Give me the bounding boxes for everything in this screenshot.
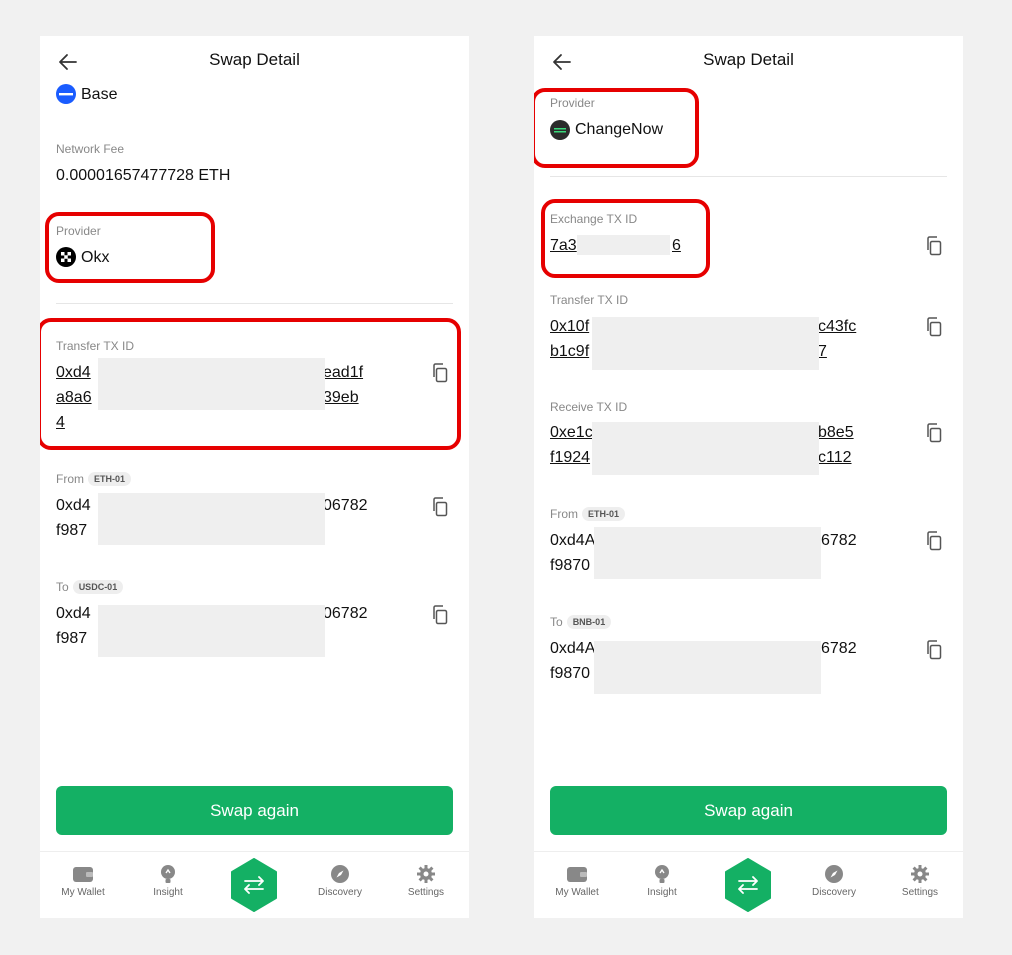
nav-insight[interactable]: Insight [627,864,697,898]
nav-my-wallet[interactable]: My Wallet [48,864,118,898]
divider [56,303,453,304]
network-name: Base [81,86,118,103]
page-title: Swap Detail [209,50,300,69]
receive-tx-line2-start[interactable]: f1924 [550,445,590,470]
to-row: To USDC-01 [56,578,124,596]
bottom-nav: My Wallet Insight Discovery Settings [40,851,469,918]
from-line1-end: 06782 [323,497,368,514]
redaction [594,641,821,694]
swap-icon[interactable] [230,858,278,912]
to-label: To [56,580,69,594]
transfer-tx-label: Transfer TX ID [550,293,629,307]
settings-icon [911,865,929,883]
provider-highlight [534,88,699,168]
transfer-tx-line2-start[interactable]: b1c9f [550,339,589,364]
nav-settings[interactable]: Settings [391,864,461,898]
provider-highlight [45,212,215,283]
wallet-chip: ETH-01 [88,471,132,486]
redaction [592,422,819,475]
nav-insight[interactable]: Insight [133,864,203,898]
swap-icon[interactable] [724,858,772,912]
insight-icon [161,865,175,883]
receive-tx-line1-end[interactable]: b8e5 [818,420,854,445]
transfer-tx-line1-end[interactable]: c43fc [818,314,856,339]
redaction [98,605,325,657]
insight-icon [655,865,669,883]
redaction [592,317,819,370]
network-fee-value: 0.00001657477728 ETH [56,167,231,184]
from-line1-end: 6782 [821,532,857,549]
nav-label: Insight [153,887,183,898]
copy-icon[interactable] [924,639,944,661]
wallet-icon [567,867,587,882]
page-title: Swap Detail [703,50,794,69]
from-row: From ETH-01 [550,505,626,523]
nav-label: Discovery [812,887,856,898]
nav-label: My Wallet [555,887,599,898]
swap-again-button[interactable]: Swap again [550,786,947,835]
to-line1-start: 0xd4 [56,605,91,622]
receive-tx-line1-start[interactable]: 0xe1c [550,420,593,445]
copy-icon[interactable] [924,316,944,338]
from-label: From [550,507,578,521]
nav-my-wallet[interactable]: My Wallet [542,864,612,898]
settings-icon [417,865,435,883]
to-label: To [550,615,563,629]
nav-label: Discovery [318,887,362,898]
nav-discovery[interactable]: Discovery [305,864,375,898]
transfer-tx-line1-start[interactable]: 0x10f [550,314,589,339]
from-line1-start: 0xd4A [550,532,596,549]
discovery-icon [331,865,349,883]
nav-label: Insight [647,887,677,898]
copy-icon[interactable] [924,235,944,257]
copy-icon[interactable] [924,530,944,552]
to-line2-start: f9870 [550,665,591,682]
divider [550,176,947,177]
wallet-chip: BNB-01 [566,614,612,629]
to-row: To BNB-01 [550,613,612,631]
copy-icon[interactable] [430,496,450,518]
to-line1-end: 6782 [821,640,857,657]
swap-detail-screen-left: Swap Detail Base Network Fee 0.000016574… [40,36,469,918]
bottom-nav: My Wallet Insight Discovery Settings [534,851,963,918]
transfer-tx-line2-end[interactable]: 7 [818,339,827,364]
base-network-icon [56,84,76,104]
copy-icon[interactable] [924,422,944,444]
redaction [594,527,821,579]
network-fee-label: Network Fee [56,142,125,156]
redaction [98,493,325,545]
wallet-chip: ETH-01 [582,506,626,521]
to-line1-end: 06782 [323,605,368,622]
wallet-icon [73,867,93,882]
copy-icon[interactable] [430,604,450,626]
nav-label: My Wallet [61,887,105,898]
nav-settings[interactable]: Settings [885,864,955,898]
from-line1-start: 0xd4 [56,497,91,514]
from-row: From ETH-01 [56,470,132,488]
receive-tx-label: Receive TX ID [550,400,628,414]
transfer-highlight [40,318,461,450]
exchange-highlight [541,199,710,278]
to-line1-start: 0xd4A [550,640,596,657]
from-label: From [56,472,84,486]
discovery-icon [825,865,843,883]
receive-tx-line2-end[interactable]: c112 [818,445,852,470]
nav-label: Settings [407,887,445,898]
to-line2-start: f987 [56,630,88,647]
wallet-chip: USDC-01 [72,579,124,594]
nav-label: Settings [901,887,939,898]
swap-detail-screen-right: Swap Detail Provider ChangeNow Exchange … [534,36,963,918]
from-line2-start: f987 [56,522,88,539]
from-line2-start: f9870 [550,557,591,574]
swap-again-button[interactable]: Swap again [56,786,453,835]
nav-discovery[interactable]: Discovery [799,864,869,898]
